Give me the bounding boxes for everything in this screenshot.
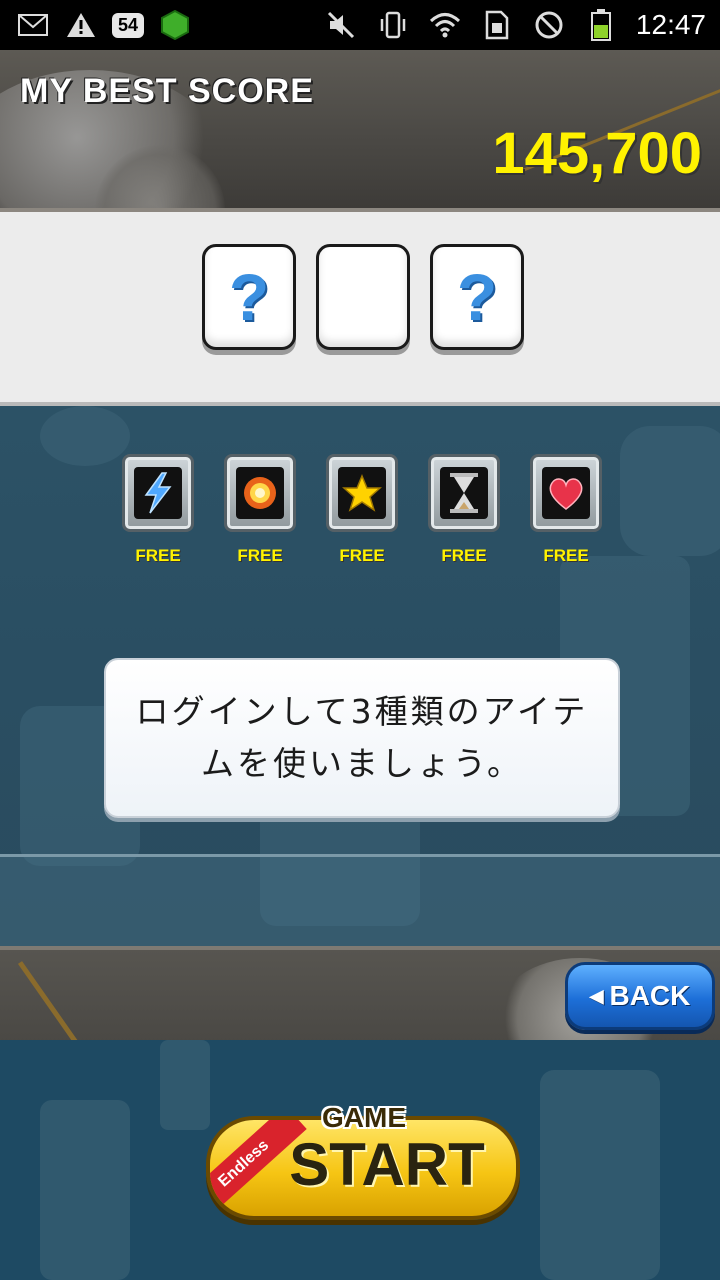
- best-score-value: 145,700: [492, 121, 702, 186]
- login-message-text: ログインして3種類のアイテ ムを使いましょう。: [135, 692, 589, 783]
- hourglass-icon: [440, 467, 488, 519]
- decoration: [17, 961, 103, 1044]
- app-icon: [158, 8, 192, 42]
- divider: [0, 854, 720, 946]
- no-signal-icon: [532, 8, 566, 42]
- start-label: START: [289, 1131, 485, 1198]
- sim-icon: [480, 8, 514, 42]
- notification-badge-icon: 54: [112, 12, 145, 38]
- vibrate-icon: [376, 8, 410, 42]
- item-hourglass[interactable]: FREE: [428, 454, 500, 566]
- item-price-label: FREE: [237, 546, 283, 565]
- item-lightning[interactable]: FREE: [122, 454, 194, 566]
- item-price-label: FREE: [339, 546, 385, 565]
- heart-icon: [542, 467, 590, 519]
- best-score-label: MY BEST SCORE: [20, 72, 314, 110]
- item-explosion[interactable]: FREE: [224, 454, 296, 566]
- warning-icon: [64, 8, 98, 42]
- status-bar: 54 12:47: [0, 0, 720, 50]
- item-selection-panel: FREE FREE FREE FREE FREE ログインして3種類のアイテ ム…: [0, 406, 720, 946]
- battery-icon: [584, 8, 618, 42]
- item-list: FREE FREE FREE FREE FREE: [122, 454, 602, 566]
- item-star[interactable]: FREE: [326, 454, 398, 566]
- star-icon: [338, 467, 386, 519]
- back-arrow-icon: ◀: [589, 985, 604, 1006]
- background-machinery: [40, 406, 130, 466]
- gmail-icon: [16, 8, 50, 42]
- navigation-band: ◀ BACK: [0, 946, 720, 1044]
- start-area: Endless START GAME: [0, 1040, 720, 1280]
- item-price-label: FREE: [135, 546, 181, 565]
- item-heart[interactable]: FREE: [530, 454, 602, 566]
- back-button-label: BACK: [609, 980, 691, 1011]
- item-slots: ? ?: [202, 244, 524, 350]
- best-score-header: MY BEST SCORE 145,700: [0, 50, 720, 212]
- login-message-box: ログインして3種類のアイテ ムを使いましょう。: [104, 658, 620, 818]
- item-price-label: FREE: [543, 546, 589, 565]
- background-machinery: [540, 1070, 660, 1280]
- explosion-icon: [236, 467, 284, 519]
- background-machinery: [160, 1040, 210, 1130]
- item-slot-2[interactable]: [316, 244, 410, 350]
- mute-icon: [324, 8, 358, 42]
- item-slot-1[interactable]: ?: [202, 244, 296, 350]
- game-label: GAME: [322, 1102, 406, 1133]
- background-machinery: [620, 426, 720, 556]
- item-slot-band: ? ?: [0, 212, 720, 406]
- item-price-label: FREE: [441, 546, 487, 565]
- clock: 12:47: [635, 9, 706, 40]
- back-button[interactable]: ◀ BACK: [565, 962, 715, 1030]
- lightning-icon: [134, 467, 182, 519]
- background-machinery: [40, 1100, 130, 1280]
- wifi-icon: [428, 8, 462, 42]
- item-slot-3[interactable]: ?: [430, 244, 524, 350]
